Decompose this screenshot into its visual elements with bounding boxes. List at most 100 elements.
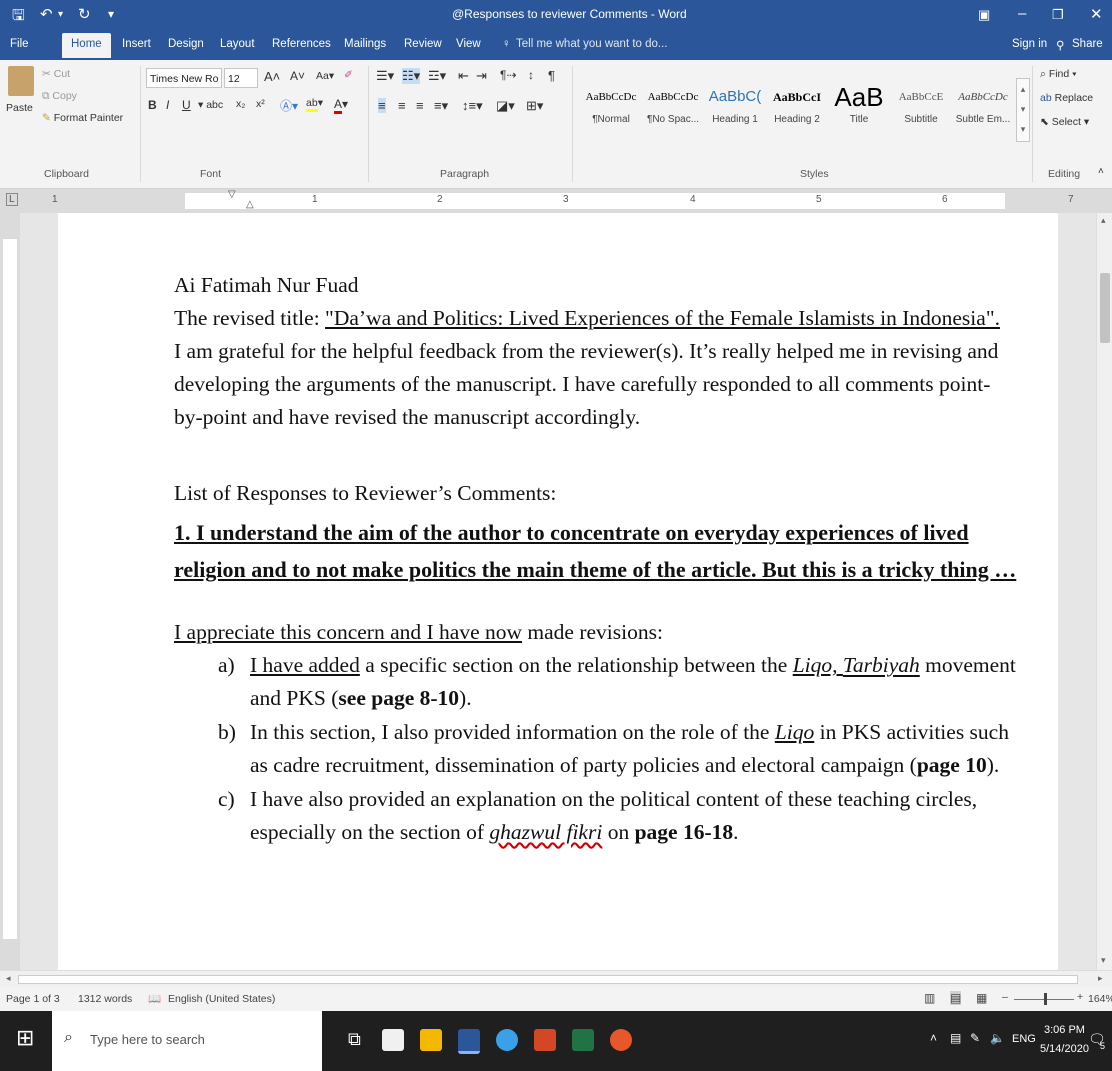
input-language[interactable]: ENG [1012, 1033, 1036, 1045]
line-spacing-icon[interactable]: ↕≡▾ [462, 98, 483, 114]
response-item-b-line-2[interactable]: as cadre recruitment, dissemination of p… [250, 749, 999, 782]
style-heading-1[interactable]: AaBbC( Heading 1 [704, 80, 766, 138]
response-intro[interactable]: I appreciate this concern and I have now… [174, 616, 663, 649]
print-layout-icon[interactable]: ▤ [950, 991, 962, 1005]
author-line[interactable]: Ai Fatimah Nur Fuad [174, 269, 359, 302]
tab-layout[interactable]: Layout [220, 38, 255, 50]
word-count[interactable]: 1312 words [78, 993, 132, 1005]
word-app-icon[interactable] [458, 1029, 480, 1054]
sort-icon[interactable]: ↕ [528, 68, 534, 82]
numbering-icon[interactable]: ☷▾ [402, 68, 421, 84]
response-item-a-line-2[interactable]: and PKS (see page 8-10). [250, 682, 472, 715]
document-page[interactable]: Ai Fatimah Nur Fuad The revised title: "… [58, 213, 1058, 970]
sign-in-link[interactable]: Sign in [1012, 38, 1047, 50]
tab-view[interactable]: View [456, 38, 481, 50]
align-center-icon[interactable]: ≡ [398, 98, 406, 113]
minimize-icon[interactable]: – [1018, 5, 1026, 22]
style-no-spacing[interactable]: AaBbCcDc ¶No Spac... [642, 80, 704, 138]
tab-review[interactable]: Review [404, 38, 442, 50]
zoom-out-icon[interactable]: – [1002, 991, 1008, 1003]
decrease-indent-icon[interactable]: ⇤ [458, 68, 469, 84]
hanging-indent-marker[interactable]: △ [246, 199, 254, 210]
collapse-ribbon-icon[interactable]: ˄ [1098, 166, 1104, 177]
response-item-c[interactable]: I have also provided an explanation on t… [250, 783, 977, 816]
paste-icon[interactable] [8, 66, 34, 96]
revised-title-line[interactable]: The revised title: "Da’wa and Politics: … [174, 302, 1000, 335]
bullets-icon[interactable]: ☰▾ [376, 68, 394, 84]
pilcrow-icon[interactable]: ¶ [548, 68, 555, 83]
replace-button[interactable]: ab Replace [1040, 92, 1093, 104]
volume-icon[interactable]: 🔈 [990, 1031, 1005, 1045]
restore-icon[interactable]: ❐ [1052, 7, 1064, 23]
subscript-icon[interactable]: x₂ [236, 98, 245, 110]
share-button[interactable]: Share [1072, 38, 1103, 50]
redo-icon[interactable]: ↻ [78, 5, 91, 23]
store-icon[interactable] [382, 1029, 404, 1051]
shrink-font-icon[interactable]: A˅ [290, 69, 305, 83]
cut-button[interactable]: ✂ Cut [42, 68, 70, 80]
task-view-icon[interactable]: ⧉ [348, 1029, 361, 1050]
proofing-icon[interactable]: 📖 [148, 992, 161, 1005]
styles-scroll[interactable]: ▴ ▾ ▾ [1016, 78, 1030, 142]
shading-icon[interactable]: ◪▾ [496, 98, 515, 114]
clock-time[interactable]: 3:06 PM [1044, 1024, 1085, 1036]
style-heading-2[interactable]: AaBbCcI Heading 2 [766, 80, 828, 138]
close-icon[interactable]: ✕ [1090, 5, 1103, 23]
copy-button[interactable]: ⧉ Copy [42, 90, 77, 103]
scroll-down-icon[interactable]: ▾ [1101, 955, 1106, 966]
list-heading[interactable]: List of Responses to Reviewer’s Comments… [174, 477, 556, 510]
increase-indent-icon[interactable]: ⇥ [476, 68, 487, 84]
grow-font-icon[interactable]: A˄ [264, 69, 280, 84]
multilevel-list-icon[interactable]: ☲▾ [428, 68, 446, 84]
taskbar-search-box[interactable]: ⌕ Type here to search [52, 1011, 322, 1071]
save-icon[interactable]: 🖫 [12, 5, 25, 30]
strikethrough-icon[interactable]: ▾ abc [198, 99, 223, 111]
intro-paragraph-line[interactable]: by-point and have revised the manuscript… [174, 401, 640, 434]
undo-icon[interactable]: ↶ [40, 5, 53, 23]
powerpoint-icon[interactable] [534, 1029, 556, 1051]
style-title[interactable]: AaB Title [828, 80, 890, 138]
format-painter-button[interactable]: ✎ Format Painter [42, 112, 123, 124]
reviewer-comment-line[interactable]: religion and to not make politics the ma… [174, 552, 1016, 588]
customize-toolbar-icon[interactable]: ▾ [108, 7, 114, 21]
file-explorer-icon[interactable] [420, 1029, 442, 1051]
scroll-thumb[interactable] [1100, 273, 1110, 343]
reviewer-comment-line[interactable]: 1. I understand the aim of the author to… [174, 515, 969, 551]
horizontal-ruler[interactable]: L 1 1 2 3 4 5 6 7 ▽ △ [0, 189, 1112, 213]
find-button[interactable]: ⌕ Find ▾ [1040, 68, 1077, 81]
web-layout-icon[interactable]: ▦ [976, 991, 987, 1005]
intro-paragraph-line[interactable]: developing the arguments of the manuscri… [174, 368, 990, 401]
page-count[interactable]: Page 1 of 3 [6, 993, 60, 1005]
ribbon-display-icon[interactable]: ▣ [978, 7, 990, 23]
horizontal-scrollbar[interactable]: ◂ ▸ [0, 970, 1112, 988]
text-effects-icon[interactable]: Ⓐ▾ [280, 97, 298, 114]
edge-icon[interactable] [496, 1029, 518, 1051]
first-line-indent-marker[interactable]: ▽ [228, 189, 236, 200]
windows-start-icon[interactable]: ⊞ [16, 1027, 34, 1049]
tab-insert[interactable]: Insert [122, 38, 151, 50]
paste-button[interactable]: Paste [6, 102, 33, 114]
scroll-right-icon[interactable]: ▸ [1098, 973, 1103, 984]
font-name-field[interactable]: Times New Ro [146, 68, 222, 88]
style-subtle-emphasis[interactable]: AaBbCcDc Subtle Em... [952, 80, 1014, 138]
scroll-left-icon[interactable]: ◂ [6, 973, 11, 984]
font-size-field[interactable]: 12 [224, 68, 258, 88]
ltr-icon[interactable]: ¶⇢ [500, 68, 517, 82]
document-canvas[interactable]: Ai Fatimah Nur Fuad The revised title: "… [20, 213, 1096, 970]
tab-references[interactable]: References [272, 38, 331, 50]
response-item-c-line-2[interactable]: especially on the section of ghazwul fik… [250, 816, 738, 849]
justify-icon[interactable]: ≡▾ [434, 98, 448, 114]
tab-file[interactable]: File [10, 38, 29, 50]
zoom-in-icon[interactable]: + [1077, 991, 1083, 1003]
undo-dropdown-icon[interactable]: ▾ [58, 9, 63, 20]
pen-icon[interactable]: ✎ [970, 1031, 980, 1045]
italic-icon[interactable]: I [166, 98, 169, 112]
zoom-slider-thumb[interactable] [1044, 993, 1047, 1005]
response-item-a[interactable]: I have added a specific section on the r… [250, 649, 1016, 682]
style-normal[interactable]: AaBbCcDc ¶Normal [580, 80, 642, 138]
zoom-level[interactable]: 164% [1088, 993, 1112, 1005]
tray-chevron-icon[interactable]: ˄ [930, 1031, 937, 1045]
style-subtitle[interactable]: AaBbCcE Subtitle [890, 80, 952, 138]
tab-selector-icon[interactable]: L [6, 193, 18, 206]
align-left-icon[interactable]: ≡ [378, 98, 386, 113]
